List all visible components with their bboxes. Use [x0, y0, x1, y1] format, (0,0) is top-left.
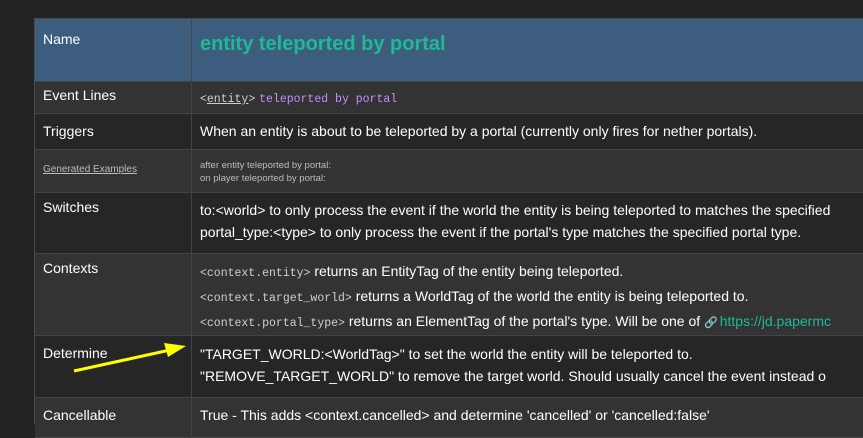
context-portal-type-desc: returns an ElementTag of the portal's ty… — [349, 313, 700, 329]
row-switches: Switches to:<world> to only process the … — [35, 193, 863, 254]
event-meta-table: Name entity teleported by portal Event L… — [35, 19, 863, 438]
row-triggers: Triggers When an entity is about to be t… — [35, 114, 863, 150]
context-target-world-desc: returns a WorldTag of the world the enti… — [356, 288, 749, 304]
row-event-lines: Event Lines <entity> teleported by porta… — [35, 82, 863, 114]
context-target-world-tag[interactable]: <context.target_world> — [200, 292, 352, 305]
row-cancellable: Cancellable True - This adds <context.ca… — [35, 398, 863, 438]
row-name: Name entity teleported by portal — [35, 19, 863, 82]
row-generated-examples: Generated Examples after entity teleport… — [35, 150, 863, 193]
determine-line-2: "REMOVE_TARGET_WORLD" to remove the targ… — [200, 365, 863, 387]
row-determine: Determine "TARGET_WORLD:<WorldTag>" to s… — [35, 336, 863, 398]
context-portal-type: <context.portal_type> returns an Element… — [200, 310, 863, 335]
event-title[interactable]: entity teleported by portal — [200, 33, 446, 55]
event-line-rest: teleported by portal — [259, 93, 397, 106]
determine-key: Determine — [35, 336, 192, 398]
name-key: Name — [35, 19, 192, 82]
switch-line-2: portal_type:<type> to only process the e… — [200, 221, 863, 243]
switches-key: Switches — [35, 193, 192, 254]
determine-line-1: "TARGET_WORLD:<WorldTag>" to set the wor… — [200, 343, 863, 365]
context-entity-tag[interactable]: <context.entity> — [200, 267, 310, 280]
event-line-open: < — [200, 93, 207, 106]
context-entity-desc: returns an EntityTag of the entity being… — [314, 263, 623, 279]
event-lines-key: Event Lines — [35, 82, 192, 114]
context-entity: <context.entity> returns an EntityTag of… — [200, 260, 863, 285]
context-portal-type-tag[interactable]: <context.portal_type> — [200, 317, 345, 330]
event-line-close: > — [248, 93, 255, 106]
link-icon: 🔗 — [704, 317, 718, 329]
contexts-key: Contexts — [35, 254, 192, 336]
cancellable-value: True - This adds <context.cancelled> and… — [192, 398, 863, 438]
papermc-link[interactable]: https://jd.papermc — [720, 313, 831, 329]
triggers-key: Triggers — [35, 114, 192, 150]
meta-table-container: Name entity teleported by portal Event L… — [34, 18, 863, 424]
generated-example-2: on player teleported by portal: — [200, 172, 863, 185]
switch-line-1: to:<world> to only process the event if … — [200, 199, 863, 221]
generated-examples-key[interactable]: Generated Examples — [43, 164, 137, 175]
triggers-value: When an entity is about to be teleported… — [192, 114, 863, 150]
context-target-world: <context.target_world> returns a WorldTa… — [200, 285, 863, 310]
row-contexts: Contexts <context.entity> returns an Ent… — [35, 254, 863, 336]
generated-example-1: after entity teleported by portal: — [200, 159, 863, 172]
event-line-entity[interactable]: entity — [207, 93, 248, 106]
cancellable-key: Cancellable — [35, 398, 192, 438]
